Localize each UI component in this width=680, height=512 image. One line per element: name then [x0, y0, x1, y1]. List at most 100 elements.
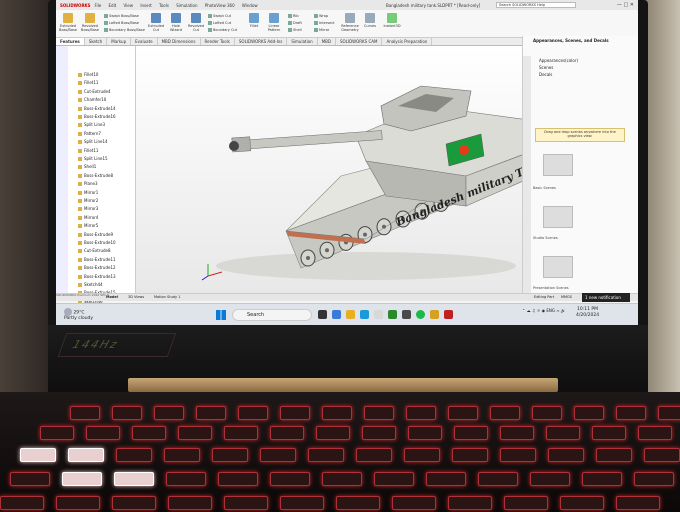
feature-tree-toolbar[interactable]: [56, 46, 68, 301]
rib-button[interactable]: Rib: [288, 14, 299, 18]
feature-tree-item[interactable]: Cut-Extrude4: [78, 89, 111, 94]
edge-icon[interactable]: [360, 310, 369, 319]
instant3d-button[interactable]: Instant3D: [382, 13, 402, 28]
tab-motion-study[interactable]: Motion Study 1: [154, 295, 180, 299]
notification-toast[interactable]: 1 new notification: [582, 293, 630, 302]
hole-wizard-button[interactable]: Hole Wizard: [166, 13, 186, 32]
app-icon-2[interactable]: [402, 310, 411, 319]
feature-tree-item[interactable]: Boss-Extrude13: [78, 274, 116, 279]
tab-markup[interactable]: Markup: [107, 38, 132, 45]
menu-tools[interactable]: Tools: [159, 3, 169, 8]
feature-tree-item[interactable]: Shell1: [78, 164, 96, 169]
boundary-cut-button[interactable]: Boundary Cut: [208, 28, 237, 32]
extruded-cut-button[interactable]: Extruded Cut: [146, 13, 166, 32]
tank-model[interactable]: Bangladesh military Tank: [136, 46, 552, 296]
tab-render-tools[interactable]: Render Tools: [201, 38, 235, 45]
tab-analysis-preparation[interactable]: Analysis Preparation: [382, 38, 433, 45]
windows-start-icon[interactable]: [216, 310, 226, 320]
feature-tree-item[interactable]: Fillet11: [78, 80, 98, 85]
lofted-boss-button[interactable]: Lofted Boss/Base: [104, 21, 139, 25]
feature-tree-item[interactable]: Boss-Extrude10: [78, 240, 116, 245]
feature-tree-item[interactable]: Plane3: [78, 181, 98, 186]
revolved-boss-button[interactable]: Revolved Boss/Base: [80, 13, 100, 32]
scene-folder-studio[interactable]: [543, 206, 573, 228]
taskview-icon[interactable]: [318, 310, 327, 319]
graphics-area[interactable]: Bangladesh military Tank: [136, 46, 552, 296]
scene-folder-presentation[interactable]: [543, 256, 573, 278]
feature-tree-item[interactable]: Fillet11: [78, 148, 98, 153]
tab-sketch[interactable]: Sketch: [85, 38, 108, 45]
whatsapp-icon[interactable]: [416, 310, 425, 319]
tree-item-decals[interactable]: Decals: [539, 72, 552, 77]
tab-addins[interactable]: SOLIDWORKS Add-Ins: [235, 38, 288, 45]
laptop-screen: SOLIDWORKS File Edit View Insert Tools S…: [56, 0, 638, 325]
fillet-button[interactable]: Fillet: [244, 13, 264, 28]
extruded-boss-button[interactable]: Extruded Boss/Base: [58, 13, 78, 32]
revolved-cut-button[interactable]: Revolved Cut: [186, 13, 206, 32]
tree-item-scenes[interactable]: Scenes: [539, 65, 553, 70]
tab-features[interactable]: Features: [56, 38, 85, 45]
tab-cam[interactable]: SOLIDWORKS CAM: [336, 38, 383, 45]
wrap-button[interactable]: Wrap: [314, 14, 328, 18]
feature-tree-item[interactable]: Cut-Extrude8: [78, 248, 111, 253]
feature-tree-item[interactable]: Boss-Extrude14: [78, 106, 116, 111]
tab-mbd-dimensions[interactable]: MBD Dimensions: [158, 38, 201, 45]
menu-simulation[interactable]: Simulation: [176, 3, 197, 8]
store-icon[interactable]: [374, 310, 383, 319]
task-pane-tabs[interactable]: [523, 56, 531, 301]
feature-tree-item[interactable]: Fillet10: [78, 72, 98, 77]
boundary-boss-button[interactable]: Boundary Boss/Base: [104, 28, 145, 32]
feature-tree-item[interactable]: Mirror3: [78, 206, 98, 211]
feature-tree-item[interactable]: Boss-Extrude8: [78, 173, 113, 178]
feature-tree-item[interactable]: Boss-Extrude16: [78, 114, 116, 119]
solidworks-taskbar-icon[interactable]: [444, 310, 453, 319]
menu-view[interactable]: View: [124, 3, 134, 8]
units-status[interactable]: MMGS: [561, 295, 572, 299]
xbox-icon[interactable]: [388, 310, 397, 319]
window-controls[interactable]: — □ ✕: [617, 2, 634, 8]
weather-temp: 29°C: [73, 310, 85, 316]
weather-widget[interactable]: 29°C Partly cloudy: [64, 308, 93, 321]
feature-tree-item[interactable]: Boss-Extrude9: [78, 232, 113, 237]
mirror-button[interactable]: Mirror: [314, 28, 329, 32]
curves-button[interactable]: Curves: [360, 13, 380, 28]
taskbar-clock[interactable]: 10:11 PM 4/20/2024: [576, 307, 599, 319]
lofted-cut-button[interactable]: Lofted Cut: [208, 21, 231, 25]
tree-item-appearances[interactable]: Appearances(color): [539, 58, 578, 63]
menu-window[interactable]: Window: [242, 3, 258, 8]
tab-3d-views[interactable]: 3D Views: [128, 295, 144, 299]
tab-simulation[interactable]: Simulation: [287, 38, 318, 45]
tab-evaluate[interactable]: Evaluate: [131, 38, 158, 45]
menu-file[interactable]: File: [95, 3, 102, 8]
scene-folder-basic[interactable]: [543, 154, 573, 176]
feature-tree-item[interactable]: Sketch44: [78, 282, 103, 287]
draft-button[interactable]: Draft: [288, 21, 302, 25]
feature-tree-item[interactable]: Split Line15: [78, 156, 108, 161]
feature-tree-item[interactable]: Split Line3: [78, 122, 105, 127]
tab-mbd[interactable]: MBD: [318, 38, 336, 45]
swept-boss-button[interactable]: Swept Boss/Base: [104, 14, 139, 18]
feature-tree-item[interactable]: Mirror2: [78, 198, 98, 203]
system-tray[interactable]: ⌃ ☁ ♫ ☼ ◉ ENG ≈ 🔊: [522, 308, 566, 313]
feature-tree-item[interactable]: Split Line14: [78, 139, 108, 144]
swept-cut-button[interactable]: Swept Cut: [208, 14, 231, 18]
taskbar-search[interactable]: Search: [232, 309, 312, 321]
feature-tree-item[interactable]: Mirror1: [78, 190, 98, 195]
feature-tree-item[interactable]: Boss-Extrude11: [78, 257, 116, 262]
reference-geometry-button[interactable]: Reference Geometry: [340, 13, 360, 32]
menu-edit[interactable]: Edit: [109, 3, 117, 8]
feature-tree-item[interactable]: Boss-Extrude12: [78, 265, 116, 270]
feature-tree-item[interactable]: Mirror4: [78, 215, 98, 220]
file-explorer-icon[interactable]: [346, 310, 355, 319]
menu-insert[interactable]: Insert: [140, 3, 151, 8]
feature-tree-item[interactable]: Chamfer10: [78, 97, 106, 102]
help-search-input[interactable]: Search SOLIDWORKS Help: [496, 2, 576, 8]
app-icon-1[interactable]: [332, 310, 341, 319]
app-icon-3[interactable]: [430, 310, 439, 319]
feature-tree-item[interactable]: Pattern7: [78, 131, 101, 136]
shell-button[interactable]: Shell: [288, 28, 302, 32]
linear-pattern-button[interactable]: Linear Pattern: [264, 13, 284, 32]
intersect-button[interactable]: Intersect: [314, 21, 335, 25]
feature-tree-item[interactable]: Mirror5: [78, 223, 98, 228]
menu-photoview[interactable]: PhotoView 360: [205, 3, 235, 8]
